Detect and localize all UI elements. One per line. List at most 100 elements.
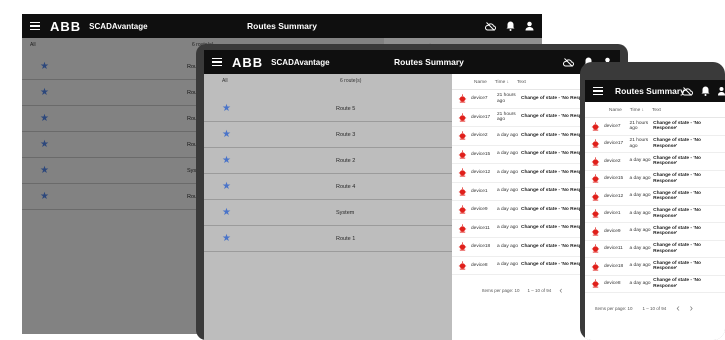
device-name: device11 bbox=[471, 225, 490, 231]
event-time: a day ago bbox=[497, 169, 519, 175]
alarm-icon bbox=[591, 262, 600, 271]
bell-icon[interactable] bbox=[701, 86, 710, 96]
list-item[interactable]: ★Route 1 bbox=[204, 226, 452, 252]
device-name: device17 bbox=[471, 114, 491, 120]
app-name: SCADAvantage bbox=[89, 21, 148, 31]
event-time: 21 hours ago bbox=[497, 111, 516, 123]
alarm-icon bbox=[591, 122, 600, 131]
items-per-page[interactable]: Items per page: 10 bbox=[482, 288, 520, 293]
event-text: Change of state - 'No Response' bbox=[653, 138, 701, 149]
filter-all[interactable]: All bbox=[222, 78, 228, 84]
device-name: device17 bbox=[604, 141, 624, 147]
device-name: device15 bbox=[471, 151, 491, 157]
page-range: 1 – 10 of 94 bbox=[527, 287, 552, 293]
star-icon[interactable]: ★ bbox=[222, 181, 236, 192]
device-name: device7 bbox=[604, 123, 621, 129]
star-icon[interactable]: ★ bbox=[222, 207, 236, 218]
app-name: SCADAvantage bbox=[271, 57, 330, 67]
phone-screen: Routes Summary Name Time ↓ Text device7 2… bbox=[585, 80, 725, 340]
cloud-off-icon[interactable] bbox=[563, 57, 574, 67]
alarm-icon bbox=[458, 131, 467, 140]
event-time: a day ago bbox=[629, 158, 651, 164]
device-name: device7 bbox=[471, 96, 488, 102]
event-time: a day ago bbox=[497, 206, 519, 212]
event-time: a day ago bbox=[629, 228, 651, 234]
tablet-screen: ABB SCADAvantage Routes Summary All 6 ro… bbox=[204, 50, 620, 340]
table-row[interactable]: device9 a day ago Change of state - 'No Re… bbox=[585, 223, 725, 241]
table-row[interactable]: device11 a day ago Change of state - 'No R… bbox=[585, 241, 725, 258]
alarm-icon bbox=[458, 113, 467, 122]
bell-icon[interactable] bbox=[506, 21, 515, 31]
event-text: Change of state - 'No Response' bbox=[653, 173, 701, 184]
items-per-page[interactable]: Items per page: 10 bbox=[595, 306, 633, 311]
chevron-left-icon[interactable]: ‹ bbox=[559, 285, 562, 295]
devices-showcase: ABB SCADAvantage Routes Summary All 6 ro… bbox=[0, 0, 725, 340]
alarm-icon bbox=[458, 261, 467, 270]
page-title: Routes Summary bbox=[615, 86, 685, 96]
table-row[interactable]: device1 a day ago Change of state - 'No Re… bbox=[585, 206, 725, 223]
menu-icon[interactable] bbox=[30, 22, 40, 30]
star-icon[interactable]: ★ bbox=[222, 233, 236, 244]
chevron-right-icon[interactable]: › bbox=[690, 303, 693, 314]
table-row[interactable]: device12 a day ago Change of state - 'No R… bbox=[585, 188, 725, 206]
list-item[interactable]: ★System bbox=[204, 200, 452, 226]
event-time: a day ago bbox=[629, 263, 651, 269]
abb-logo: ABB bbox=[232, 54, 264, 70]
alarm-icon bbox=[458, 187, 467, 196]
table-row[interactable]: device8 a day ago Change of state - 'No Re… bbox=[585, 276, 725, 293]
device-name: device2 bbox=[471, 133, 488, 139]
event-time: a day ago bbox=[629, 280, 651, 286]
user-icon[interactable] bbox=[718, 86, 725, 96]
page-title: Routes Summary bbox=[394, 57, 464, 67]
event-time: 21 hours ago bbox=[497, 93, 516, 104]
col-time[interactable]: Time ↓ bbox=[630, 108, 644, 117]
col-name: Name bbox=[474, 80, 487, 85]
device-name: device15 bbox=[604, 176, 624, 182]
table-row[interactable]: device2 a day ago Change of state - 'No Re… bbox=[585, 153, 725, 171]
event-rows: device7 21 hours ago Change of state - 'No… bbox=[585, 118, 725, 293]
event-time: 21 hours ago bbox=[629, 120, 649, 132]
col-name: Name bbox=[609, 108, 622, 113]
event-time: a day ago bbox=[629, 210, 651, 216]
event-time: a day ago bbox=[497, 225, 519, 231]
alarm-icon bbox=[591, 174, 600, 183]
device-name: device18 bbox=[604, 263, 624, 269]
menu-icon[interactable] bbox=[212, 58, 222, 66]
device-name: device8 bbox=[471, 262, 488, 268]
col-text: Text bbox=[652, 108, 661, 113]
app-bar-actions bbox=[485, 14, 534, 38]
paginator: Items per page: 10 1 – 10 of 94 ‹ › bbox=[585, 293, 725, 314]
alarm-icon bbox=[591, 244, 600, 253]
event-text: Change of state - 'No Response' bbox=[653, 260, 701, 272]
list-item[interactable]: ★Route 2 bbox=[204, 148, 452, 174]
phone-app-bar: Routes Summary bbox=[585, 80, 725, 102]
star-icon[interactable]: ★ bbox=[222, 129, 236, 140]
list-item[interactable]: ★Route 5 bbox=[204, 96, 452, 122]
table-row[interactable]: device17 21 hours ago Change of state - 'N… bbox=[585, 136, 725, 153]
tablet-frame: ABB SCADAvantage Routes Summary All 6 ro… bbox=[196, 44, 628, 340]
table-row[interactable]: device15 a day ago Change of state - 'No R… bbox=[585, 171, 725, 188]
table-row[interactable]: device18 a day ago Change of state - 'No R… bbox=[585, 258, 725, 276]
cloud-off-icon[interactable] bbox=[485, 21, 496, 31]
star-icon[interactable]: ★ bbox=[222, 155, 236, 166]
table-row[interactable]: device7 21 hours ago Change of state - 'No… bbox=[585, 118, 725, 136]
desktop-app-bar: ABB SCADAvantage Routes Summary bbox=[22, 14, 542, 38]
event-text: Change of state - 'No Response' bbox=[653, 190, 701, 202]
alarm-icon bbox=[591, 279, 600, 288]
page-range: 1 – 10 of 94 bbox=[642, 306, 667, 311]
event-time: a day ago bbox=[497, 188, 519, 194]
chevron-left-icon[interactable]: ‹ bbox=[676, 303, 679, 314]
menu-icon[interactable] bbox=[593, 87, 603, 95]
list-item[interactable]: ★Route 3 bbox=[204, 122, 452, 148]
user-icon[interactable] bbox=[525, 21, 534, 31]
device-name: device18 bbox=[471, 244, 491, 250]
event-text: Change of state - 'No Response' bbox=[653, 155, 701, 167]
cloud-off-icon[interactable] bbox=[682, 86, 693, 96]
device-name: device9 bbox=[604, 228, 621, 234]
event-time: a day ago bbox=[497, 262, 519, 268]
star-icon[interactable]: ★ bbox=[222, 103, 236, 114]
list-item[interactable]: ★Route 4 bbox=[204, 174, 452, 200]
col-time[interactable]: Time ↓ bbox=[495, 80, 509, 89]
alarm-icon bbox=[458, 168, 467, 177]
route-list: All 6 route(s) ★Route 5 ★Route 3 ★Route … bbox=[204, 74, 452, 340]
